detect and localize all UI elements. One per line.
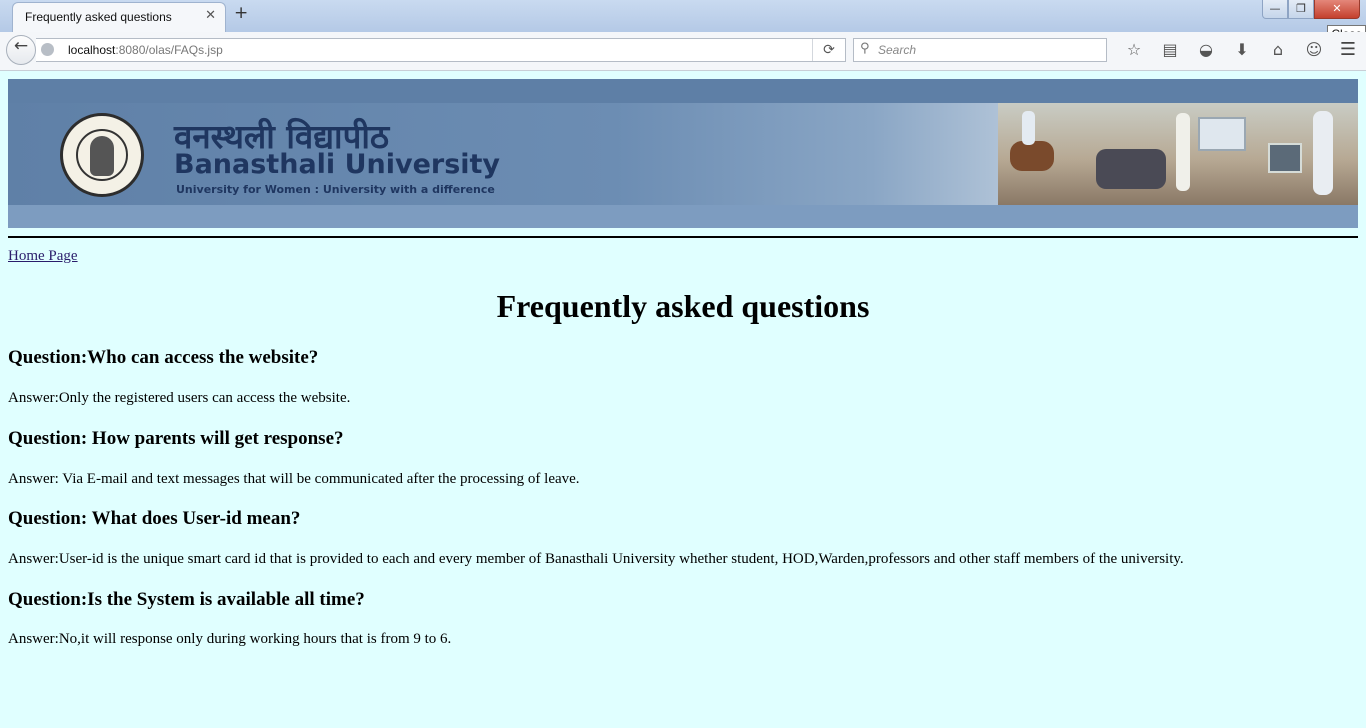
- photo-horse: [1010, 141, 1054, 171]
- banner-university-name: Banasthali University: [174, 149, 501, 180]
- home-page-link[interactable]: Home Page: [8, 248, 78, 265]
- faq-answer: Answer:Only the registered users can acc…: [8, 390, 351, 406]
- hamburger-menu-icon[interactable]: ☰: [1340, 39, 1356, 61]
- browser-titlebar: Frequently asked questions ✕ + — ❐ ✕ Clo…: [0, 0, 1366, 43]
- faq-question: Question:Who can access the website?: [8, 347, 319, 368]
- url-text[interactable]: localhost:8080/olas/FAQs.jsp: [68, 43, 223, 57]
- campus-photo-collage: [998, 103, 1358, 205]
- university-seal-logo: [60, 113, 144, 197]
- banner-bottom-strip: [8, 205, 1358, 228]
- photo-computer-monitor: [1268, 143, 1302, 173]
- url-host: localhost: [68, 43, 116, 57]
- navigation-toolbar: ← localhost:8080/olas/FAQs.jsp ⟳ ⚲ ☆ ▤ ◒…: [0, 32, 1366, 71]
- faq-question: Question: What does User-id mean?: [8, 508, 301, 529]
- reload-icon[interactable]: ⟳: [812, 39, 845, 61]
- bookmark-star-icon[interactable]: ☆: [1116, 39, 1152, 61]
- back-arrow-icon: ←: [13, 36, 29, 56]
- faq-question: Question: How parents will get response?: [8, 428, 344, 449]
- faq-answer: Answer:No,it will response only during w…: [8, 631, 452, 647]
- search-input[interactable]: [878, 40, 1098, 60]
- site-identity-icon[interactable]: [41, 43, 54, 56]
- pocket-icon[interactable]: ◒: [1188, 39, 1224, 61]
- banner-top-strip: [8, 79, 1358, 103]
- close-button[interactable]: ✕: [1314, 0, 1360, 19]
- chat-icon[interactable]: ☺: [1296, 39, 1332, 61]
- url-path: :8080/olas/FAQs.jsp: [115, 43, 223, 57]
- photo-seated-group: [1096, 149, 1166, 189]
- restore-button[interactable]: ❐: [1288, 0, 1314, 19]
- browser-tab[interactable]: Frequently asked questions ✕: [12, 2, 226, 32]
- page-title: Frequently asked questions: [496, 288, 870, 324]
- photo-student: [1313, 111, 1333, 195]
- minimize-button[interactable]: —: [1262, 0, 1288, 19]
- search-icon: ⚲: [860, 41, 870, 56]
- photo-whiteboard: [1198, 117, 1246, 151]
- university-banner: वनस्थली विद्यापीठ Banasthali University …: [8, 79, 1358, 228]
- horizontal-rule: [8, 236, 1358, 238]
- photo-rider: [1022, 111, 1035, 145]
- tab-close-icon[interactable]: ✕: [205, 9, 216, 22]
- search-box[interactable]: ⚲: [853, 38, 1107, 62]
- new-tab-button[interactable]: +: [234, 5, 248, 22]
- reading-list-icon[interactable]: ▤: [1152, 39, 1188, 61]
- tab-title: Frequently asked questions: [25, 10, 172, 24]
- faq-answer: Answer:User-id is the unique smart card …: [8, 551, 1184, 567]
- faq-question: Question:Is the System is available all …: [8, 589, 365, 610]
- seal-figure: [90, 136, 114, 176]
- home-icon[interactable]: ⌂: [1260, 39, 1296, 61]
- download-icon[interactable]: ⬇: [1224, 39, 1260, 61]
- window-controls: — ❐ ✕: [1262, 0, 1360, 20]
- toolbar-icons: ☆ ▤ ◒ ⬇ ⌂ ☺: [1116, 39, 1332, 61]
- address-bar[interactable]: localhost:8080/olas/FAQs.jsp ⟳: [36, 38, 846, 62]
- faq-answer: Answer: Via E-mail and text messages tha…: [8, 471, 580, 487]
- back-button[interactable]: ←: [6, 35, 36, 65]
- banner-tagline: University for Women : University with a…: [176, 183, 495, 196]
- photo-standing-person: [1176, 113, 1190, 191]
